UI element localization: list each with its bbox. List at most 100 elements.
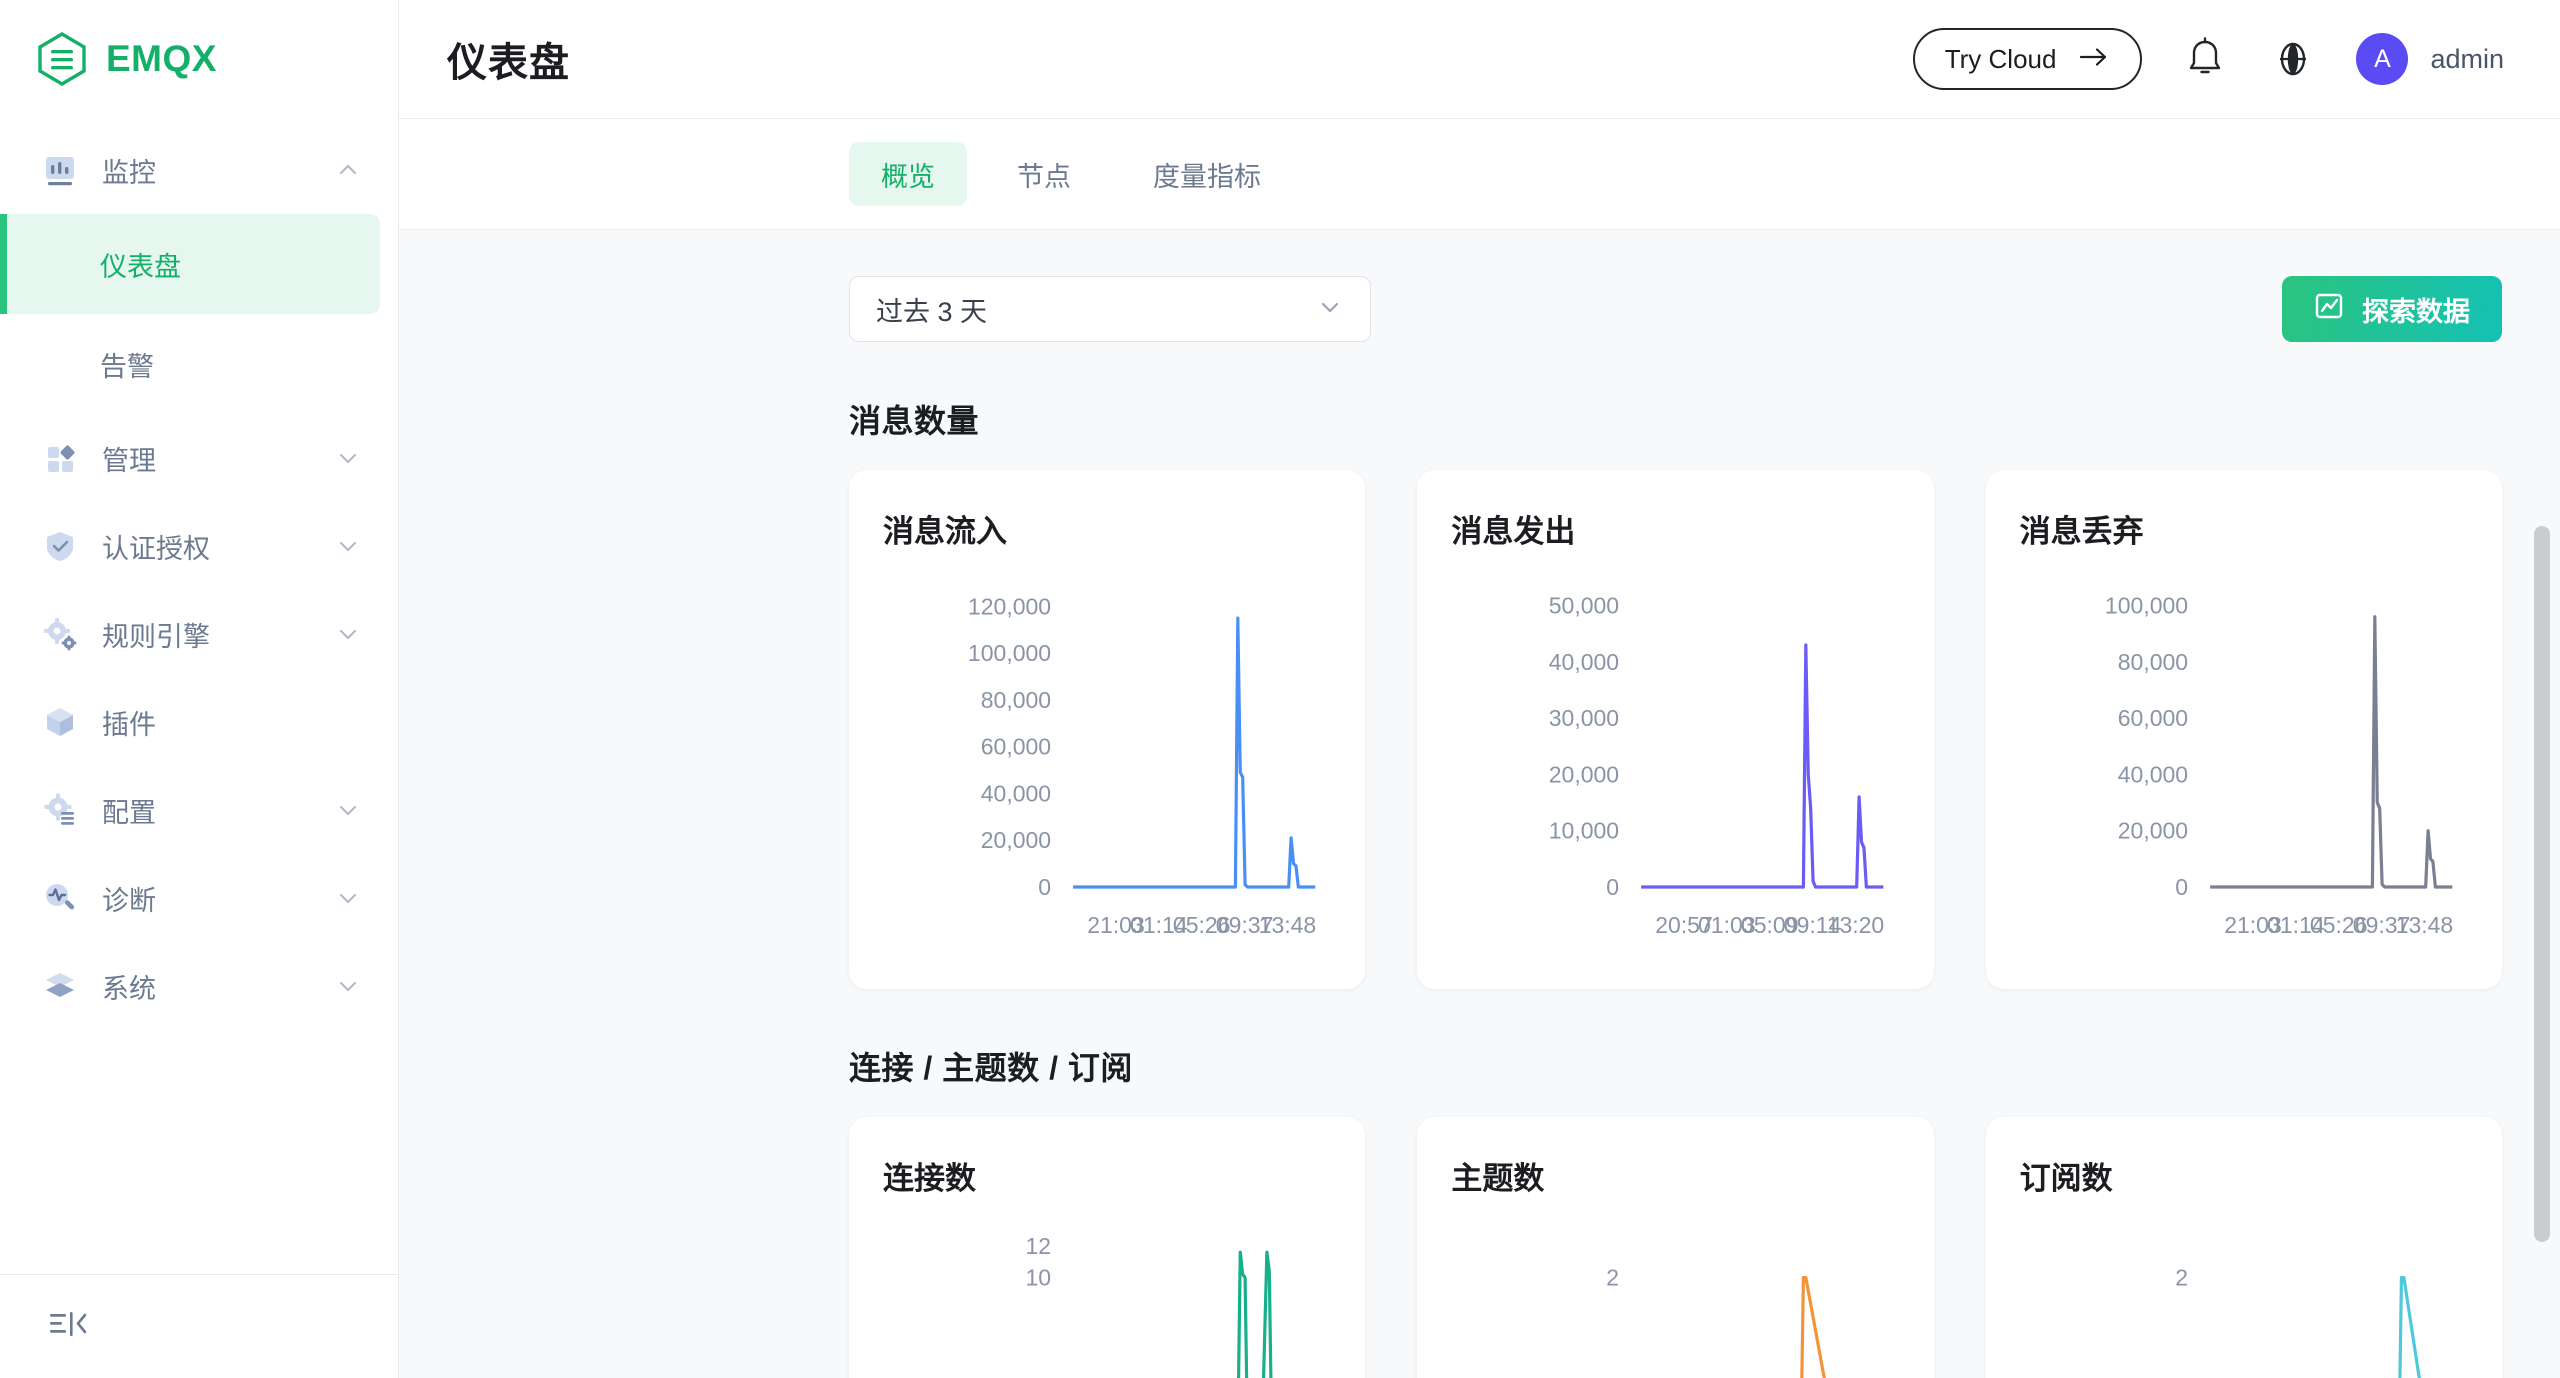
chart-square-icon bbox=[2314, 291, 2344, 328]
svg-text:100,000: 100,000 bbox=[968, 640, 1051, 666]
sidebar-item-label: 规则引擎 bbox=[102, 621, 210, 652]
tab-label: 节点 bbox=[1017, 161, 1071, 192]
page-title: 仪表盘 bbox=[447, 41, 570, 85]
pulse-search-icon bbox=[40, 878, 80, 918]
svg-text:40,000: 40,000 bbox=[2117, 761, 2187, 787]
avatar[interactable]: A bbox=[2356, 33, 2409, 85]
shield-check-icon bbox=[40, 526, 80, 566]
sidebar-item-system[interactable]: 系统 bbox=[0, 942, 398, 1030]
tab-metrics[interactable]: 度量指标 bbox=[1121, 142, 1293, 206]
sidebar-item-diagnostics[interactable]: 诊断 bbox=[0, 854, 398, 942]
svg-text:40,000: 40,000 bbox=[981, 780, 1051, 806]
sidebar-item-plugins[interactable]: 插件 bbox=[0, 678, 398, 766]
chart-title: 主题数 bbox=[1451, 1161, 1545, 1196]
sidebar-item-configuration[interactable]: 配置 bbox=[0, 766, 398, 854]
svg-text:0: 0 bbox=[1607, 874, 1620, 900]
chevron-down-icon bbox=[334, 972, 362, 1000]
main-area: 仪表盘 Try Cloud A admin 概览 节点 度量指标 过去 3 天 … bbox=[399, 0, 2560, 1378]
svg-text:60,000: 60,000 bbox=[981, 734, 1051, 760]
chart-card-topics: 主题数 2 bbox=[1417, 1117, 1934, 1378]
try-cloud-label: Try Cloud bbox=[1944, 43, 2057, 74]
chart-card-connections: 连接数 10 12 bbox=[849, 1117, 1366, 1378]
chevron-down-icon bbox=[334, 532, 362, 560]
chart-card-subscriptions: 订阅数 2 bbox=[1985, 1117, 2502, 1378]
chart-title: 连接数 bbox=[883, 1161, 976, 1196]
dashboard-toolbar: 过去 3 天 探索数据 bbox=[849, 276, 2502, 342]
sidebar-item-rule-engine[interactable]: 规则引擎 bbox=[0, 590, 398, 678]
time-range-select[interactable]: 过去 3 天 bbox=[849, 276, 1371, 342]
sidebar-item-label: 认证授权 bbox=[102, 533, 210, 564]
sidebar-item-dashboard[interactable]: 仪表盘 bbox=[0, 214, 380, 314]
svg-text:2: 2 bbox=[2175, 1265, 2188, 1291]
chart-title: 消息丢弃 bbox=[2019, 514, 2144, 549]
sidebar: EMQX 监控 仪表盘 告警 管理 认证授权 规则引擎 插件 配置 诊断 系统 bbox=[0, 0, 399, 1378]
brand[interactable]: EMQX bbox=[0, 0, 398, 118]
svg-text:10,000: 10,000 bbox=[1549, 818, 1619, 844]
sidebar-subitem-label: 仪表盘 bbox=[100, 251, 181, 282]
chart-title: 消息发出 bbox=[1451, 514, 1576, 549]
dashboard-content: 过去 3 天 探索数据 消息数量 消息流入 0 20,000 40,000 60… bbox=[399, 230, 2560, 1378]
sidebar-item-monitor[interactable]: 监控 bbox=[0, 126, 398, 214]
cube-icon bbox=[40, 702, 80, 742]
top-bar: 仪表盘 Try Cloud A admin bbox=[399, 0, 2560, 118]
vertical-scrollbar[interactable] bbox=[2534, 526, 2550, 1242]
tab-label: 度量指标 bbox=[1153, 161, 1261, 192]
sidebar-item-management[interactable]: 管理 bbox=[0, 414, 398, 502]
chevron-down-icon bbox=[334, 796, 362, 824]
svg-text:13:48: 13:48 bbox=[2395, 912, 2453, 938]
svg-text:50,000: 50,000 bbox=[1549, 593, 1619, 619]
chart-title: 订阅数 bbox=[2019, 1161, 2113, 1196]
emqx-hexagon-logo-icon bbox=[36, 31, 88, 87]
gear-lines-icon bbox=[40, 790, 80, 830]
chart-messages-in[interactable]: 0 20,000 40,000 60,000 80,000 100,000 120,000 2… bbox=[883, 569, 1331, 961]
chart-messages-dropped[interactable]: 0 20,000 40,000 60,000 80,000 100,000 21:03 01:… bbox=[2020, 569, 2468, 961]
svg-text:20,000: 20,000 bbox=[981, 827, 1051, 853]
chart-connections[interactable]: 10 12 bbox=[883, 1216, 1331, 1378]
tab-nodes[interactable]: 节点 bbox=[985, 142, 1103, 206]
scrollbar-thumb[interactable] bbox=[2534, 526, 2550, 1242]
chevron-down-icon bbox=[334, 444, 362, 472]
svg-text:20,000: 20,000 bbox=[2117, 818, 2187, 844]
explore-data-button[interactable]: 探索数据 bbox=[2282, 276, 2502, 342]
chart-subscriptions[interactable]: 2 bbox=[2020, 1216, 2468, 1378]
svg-text:0: 0 bbox=[2175, 874, 2188, 900]
svg-text:0: 0 bbox=[1038, 874, 1051, 900]
svg-text:80,000: 80,000 bbox=[981, 687, 1051, 713]
app-root: EMQX 监控 仪表盘 告警 管理 认证授权 规则引擎 插件 配置 诊断 系统 … bbox=[0, 0, 2560, 1378]
tab-overview[interactable]: 概览 bbox=[849, 142, 967, 206]
monitor-bars-icon bbox=[40, 150, 80, 190]
arrow-right-icon bbox=[2078, 46, 2110, 73]
time-range-value: 过去 3 天 bbox=[876, 296, 988, 327]
sidebar-group-monitor: 监控 仪表盘 告警 bbox=[0, 126, 398, 414]
svg-text:30,000: 30,000 bbox=[1549, 705, 1619, 731]
chart-messages-out[interactable]: 0 10,000 20,000 30,000 40,000 50,000 20:57 01:0… bbox=[1451, 569, 1899, 961]
try-cloud-button[interactable]: Try Cloud bbox=[1912, 28, 2143, 90]
chart-card-messages-dropped: 消息丢弃 0 20,000 40,000 60,000 80,000 100,000 21:… bbox=[1985, 470, 2502, 989]
svg-text:10: 10 bbox=[1026, 1265, 1052, 1291]
chevron-down-icon bbox=[1316, 293, 1344, 326]
svg-text:100,000: 100,000 bbox=[2105, 593, 2188, 619]
chart-title: 消息流入 bbox=[883, 514, 1007, 549]
chevron-placeholder bbox=[334, 708, 362, 736]
collapse-sidebar-icon[interactable] bbox=[48, 1307, 92, 1346]
svg-text:80,000: 80,000 bbox=[2117, 649, 2187, 675]
svg-text:13:48: 13:48 bbox=[1259, 912, 1317, 938]
svg-text:12: 12 bbox=[1026, 1233, 1052, 1259]
theme-contrast-icon[interactable] bbox=[2268, 34, 2318, 84]
sidebar-subitem-label: 告警 bbox=[100, 351, 154, 382]
chevron-up-icon bbox=[334, 156, 362, 184]
bell-icon[interactable] bbox=[2180, 34, 2230, 84]
sidebar-item-label: 系统 bbox=[102, 973, 156, 1004]
sidebar-nav: 监控 仪表盘 告警 管理 认证授权 规则引擎 插件 配置 诊断 系统 bbox=[0, 118, 398, 1274]
sidebar-footer bbox=[0, 1274, 398, 1378]
sidebar-item-auth[interactable]: 认证授权 bbox=[0, 502, 398, 590]
sidebar-item-label: 配置 bbox=[102, 797, 156, 828]
sidebar-item-alarm[interactable]: 告警 bbox=[0, 314, 380, 414]
user-name[interactable]: admin bbox=[2430, 44, 2504, 75]
chart-row-connections: 连接数 10 12 主题数 2 订阅数 2 bbox=[849, 1117, 2502, 1378]
svg-text:40,000: 40,000 bbox=[1549, 649, 1619, 675]
top-bar-actions: Try Cloud A admin bbox=[1912, 28, 2504, 90]
brand-name: EMQX bbox=[106, 38, 217, 79]
section-title-connections: 连接 / 主题数 / 订阅 bbox=[849, 1050, 1133, 1086]
chart-topics[interactable]: 2 bbox=[1451, 1216, 1899, 1378]
